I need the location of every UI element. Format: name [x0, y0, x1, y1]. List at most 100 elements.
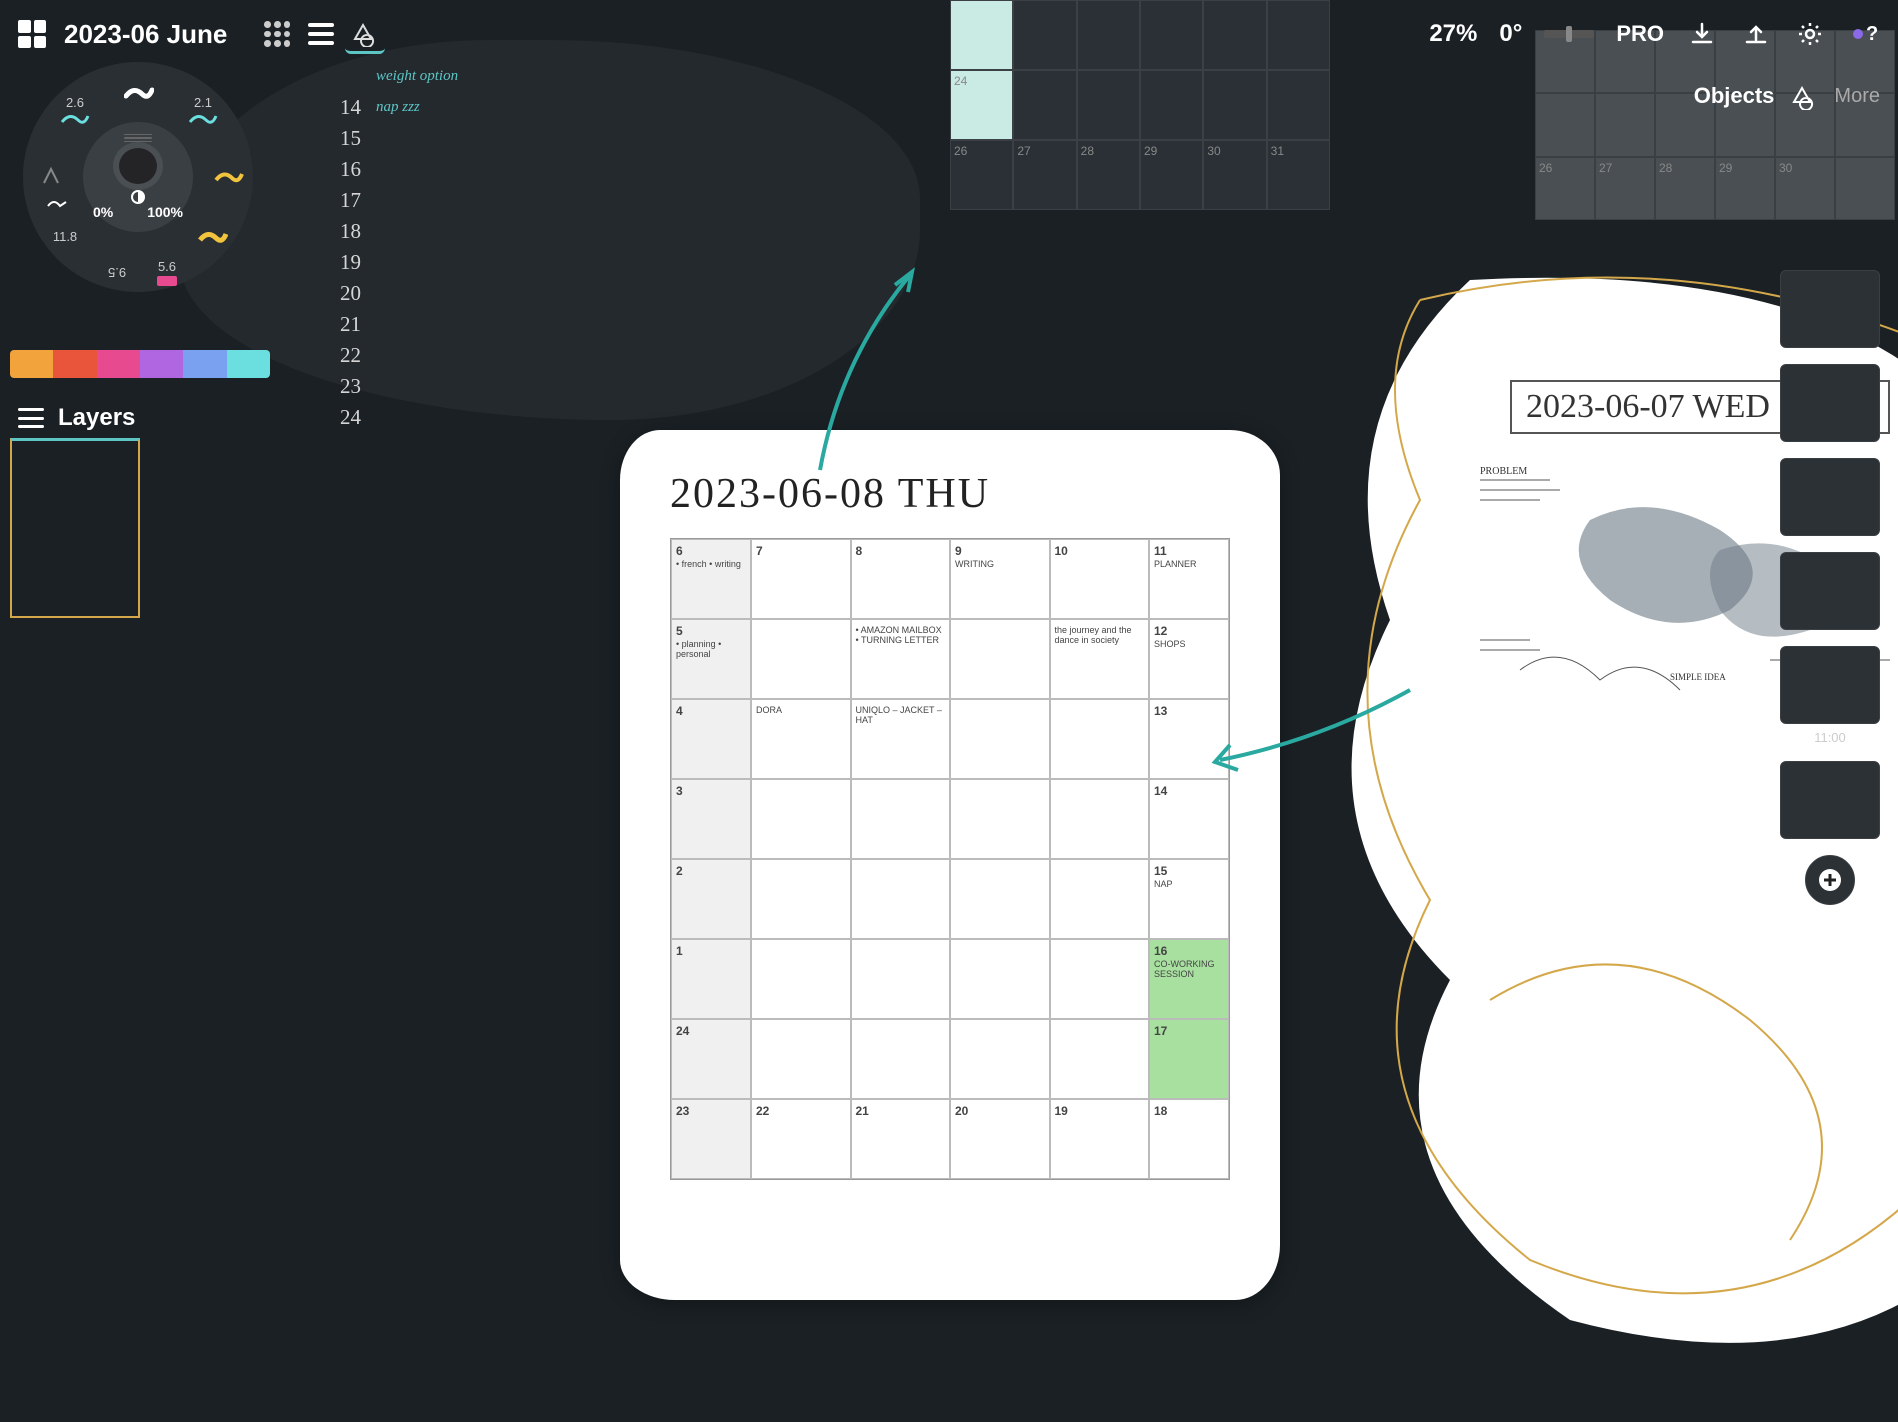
color-swatch[interactable] [97, 350, 140, 378]
canvas-hour-list: weight option 14nap zzz15161718192021222… [340, 68, 458, 430]
settings-icon[interactable] [1794, 18, 1826, 50]
top-toolbar: 2023-06 June 27% 0° PRO ? [0, 0, 1898, 68]
opacity-high: 100% [147, 204, 183, 220]
layers-button[interactable]: Layers [18, 404, 135, 432]
app-menu-icon[interactable] [18, 20, 46, 48]
color-swatch[interactable] [10, 350, 53, 378]
planner-cell[interactable]: 20 [950, 1099, 1050, 1179]
planner-cell[interactable]: 17 [1149, 1019, 1229, 1099]
planner-cell[interactable]: 19 [1050, 1099, 1150, 1179]
planner-cell[interactable] [950, 699, 1050, 779]
brush-wheel[interactable]: 2.6 2.1 11.8 9.5 5.6 0%100% [8, 62, 268, 322]
planner-cell[interactable]: 16CO-WORKING SESSION [1149, 939, 1229, 1019]
upload-icon[interactable] [1740, 18, 1772, 50]
planner-cell[interactable]: 2 [671, 859, 751, 939]
zoom-level[interactable]: 27% [1429, 20, 1477, 48]
planner-cell[interactable]: the journey and the dance in society [1050, 619, 1150, 699]
planner-cell[interactable]: 5• planning • personal [671, 619, 751, 699]
planner-cell[interactable]: 24 [671, 1019, 751, 1099]
planner-cell[interactable]: 7 [751, 539, 851, 619]
planner-cell[interactable] [851, 859, 951, 939]
thumbnail-6[interactable] [1780, 761, 1880, 839]
hour-row: 21 [340, 312, 458, 337]
hour-row: 17 [340, 188, 458, 213]
planner-cell[interactable] [751, 1019, 851, 1099]
planner-page-thu[interactable]: 2023-06-08 THU 6• french • writing789WRI… [620, 430, 1280, 1300]
hour-row: 16 [340, 157, 458, 182]
planner-cell[interactable]: 23 [671, 1099, 751, 1179]
list-header-note: weight option [376, 68, 458, 85]
planner-cell[interactable] [851, 1019, 951, 1099]
planner-cell[interactable]: 8 [851, 539, 951, 619]
hour-row: 23 [340, 374, 458, 399]
canvas-small-frame [10, 438, 140, 618]
planner-cell[interactable] [950, 859, 1050, 939]
objects-label[interactable]: Objects [1694, 83, 1775, 109]
thumbnail-4[interactable] [1780, 552, 1880, 630]
planner-cell[interactable] [950, 619, 1050, 699]
help-icon[interactable]: ? [1848, 18, 1880, 50]
planner-cell[interactable]: 18 [1149, 1099, 1229, 1179]
planner-cell[interactable] [851, 939, 951, 1019]
document-title[interactable]: 2023-06 June [64, 19, 227, 50]
planner-cell[interactable] [950, 779, 1050, 859]
planner-cell[interactable]: DORA [751, 699, 851, 779]
thumbnail-1[interactable] [1780, 270, 1880, 348]
hour-row: 19 [340, 250, 458, 275]
rotation-angle[interactable]: 0° [1499, 20, 1522, 48]
color-palette [10, 350, 270, 378]
color-swatch[interactable] [53, 350, 96, 378]
hour-row: 22 [340, 343, 458, 368]
planner-cell[interactable]: 9WRITING [950, 539, 1050, 619]
more-button[interactable]: More [1834, 85, 1880, 108]
color-swatch[interactable] [140, 350, 183, 378]
planner-cell[interactable] [1050, 779, 1150, 859]
add-thumbnail-button[interactable] [1805, 855, 1855, 905]
planner-cell[interactable]: 6• french • writing [671, 539, 751, 619]
color-swatch[interactable] [183, 350, 226, 378]
planner-cell[interactable]: 21 [851, 1099, 951, 1179]
hour-row: 24 [340, 405, 458, 430]
planner-cell[interactable] [751, 939, 851, 1019]
tool-shape[interactable] [345, 14, 385, 54]
planner-cell[interactable]: UNIQLO – JACKET – HAT [851, 699, 951, 779]
planner-cell[interactable] [1050, 1019, 1150, 1099]
ruler-icon [1544, 24, 1594, 44]
hour-row: 15 [340, 126, 458, 151]
svg-text:PROBLEM: PROBLEM [1480, 466, 1527, 477]
planner-cell[interactable]: 15NAP [1149, 859, 1229, 939]
shape-tool-icon[interactable] [1790, 82, 1818, 110]
planner-cell[interactable]: 11PLANNER [1149, 539, 1229, 619]
planner-cell[interactable] [950, 1019, 1050, 1099]
planner-cell[interactable]: 22 [751, 1099, 851, 1179]
svg-text:SIMPLE IDEA: SIMPLE IDEA [1670, 672, 1726, 682]
planner-cell[interactable] [1050, 859, 1150, 939]
thumbnail-rail: 11:00 [1780, 270, 1880, 905]
planner-cell[interactable] [1050, 939, 1150, 1019]
svg-text:?: ? [1866, 23, 1878, 45]
opacity-low: 0% [93, 204, 113, 220]
planner-cell[interactable]: • AMAZON MAILBOX • TURNING LETTER [851, 619, 951, 699]
pro-badge[interactable]: PRO [1616, 21, 1664, 47]
planner-cell[interactable] [751, 779, 851, 859]
color-swatch[interactable] [227, 350, 270, 378]
thumb-time-label: 11:00 [1780, 730, 1880, 745]
layers-label: Layers [58, 404, 135, 432]
thumbnail-2[interactable] [1780, 364, 1880, 442]
download-icon[interactable] [1686, 18, 1718, 50]
page-title: 2023-06-08 THU [670, 470, 1230, 518]
planner-cell[interactable]: 1 [671, 939, 751, 1019]
planner-cell[interactable] [751, 859, 851, 939]
planner-cell[interactable]: 3 [671, 779, 751, 859]
thumbnail-3[interactable] [1780, 458, 1880, 536]
tool-grid[interactable] [257, 14, 297, 54]
thumbnail-5[interactable] [1780, 646, 1880, 724]
planner-cell[interactable]: 10 [1050, 539, 1150, 619]
sub-toolbar: Objects More [1694, 82, 1880, 110]
planner-cell[interactable] [1050, 699, 1150, 779]
planner-cell[interactable] [751, 619, 851, 699]
tool-lines[interactable] [301, 14, 341, 54]
planner-cell[interactable] [851, 779, 951, 859]
planner-cell[interactable]: 4 [671, 699, 751, 779]
planner-cell[interactable] [950, 939, 1050, 1019]
